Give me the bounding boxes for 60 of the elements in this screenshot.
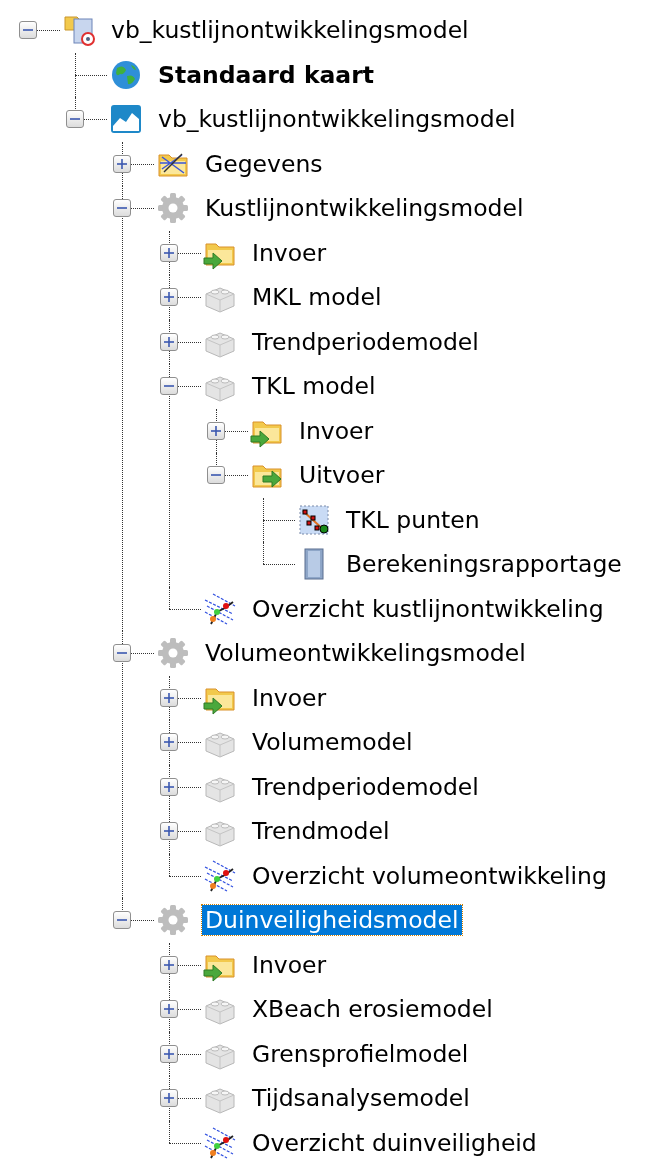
expand-toggle[interactable] xyxy=(160,1089,178,1108)
tree-item[interactable]: Volumeontwikkelingsmodel xyxy=(202,638,529,669)
plus-icon xyxy=(164,1093,174,1104)
tree-item[interactable]: Invoer xyxy=(296,415,377,446)
tree-item[interactable]: XBeach erosiemodel xyxy=(249,994,496,1025)
tree-item[interactable]: Trendperiodemodel xyxy=(249,326,482,357)
tree-item[interactable]: Invoer xyxy=(249,949,330,980)
expand-toggle[interactable] xyxy=(207,466,225,485)
tree-item[interactable]: Invoer xyxy=(249,682,330,713)
tree-item[interactable]: MKL model xyxy=(249,282,385,313)
expand-toggle[interactable] xyxy=(160,243,178,262)
tree-item[interactable]: Trendperiodemodel xyxy=(249,771,482,802)
plus-icon xyxy=(164,826,174,837)
plus-icon xyxy=(164,247,174,258)
tree-item[interactable]: Overzicht kustlijnontwikkeling xyxy=(249,593,607,624)
plus-icon xyxy=(164,1048,174,1059)
expand-toggle[interactable] xyxy=(160,733,178,752)
expand-toggle[interactable] xyxy=(66,110,84,129)
plus-icon xyxy=(164,692,174,703)
plus-icon xyxy=(117,158,127,169)
tree-item[interactable]: Uitvoer xyxy=(296,460,388,491)
tree-item[interactable]: vb_kustlijnontwikkelingsmodel xyxy=(155,104,519,135)
expand-toggle[interactable] xyxy=(207,421,225,440)
expand-toggle[interactable] xyxy=(160,1000,178,1019)
tree-item[interactable]: Standaard kaart xyxy=(155,59,378,90)
expand-toggle[interactable] xyxy=(160,822,178,841)
tree-item[interactable]: Overzicht volumeontwikkeling xyxy=(249,860,610,891)
tree-item[interactable]: TKL model xyxy=(249,371,379,402)
expand-toggle[interactable] xyxy=(160,688,178,707)
plus-icon xyxy=(164,292,174,303)
expand-toggle[interactable] xyxy=(113,644,131,663)
expand-toggle[interactable] xyxy=(160,1044,178,1063)
expand-toggle[interactable] xyxy=(160,332,178,351)
points-grid-icon xyxy=(297,502,331,537)
expand-toggle[interactable] xyxy=(19,21,37,40)
tree-item[interactable]: Overzicht duinveiligheid xyxy=(249,1127,540,1158)
plus-icon xyxy=(164,1004,174,1015)
tree-item[interactable]: Kustlijnontwikkelingsmodel xyxy=(202,193,527,224)
tree-item[interactable]: TKL punten xyxy=(343,504,483,535)
plus-icon xyxy=(211,425,221,436)
plus-icon xyxy=(164,781,174,792)
expand-toggle[interactable] xyxy=(160,377,178,396)
plus-icon xyxy=(164,737,174,748)
tree-item[interactable]: Duinveiligheidsmodel xyxy=(202,905,462,936)
expand-toggle[interactable] xyxy=(160,955,178,974)
plus-icon xyxy=(164,336,174,347)
expand-toggle[interactable] xyxy=(113,154,131,173)
expand-toggle[interactable] xyxy=(113,199,131,218)
tree-item[interactable]: Gegevens xyxy=(202,148,326,179)
tree-item[interactable]: vb_kustlijnontwikkelingsmodel xyxy=(108,15,472,46)
expand-toggle[interactable] xyxy=(160,777,178,796)
tree-item[interactable]: Volumemodel xyxy=(249,727,416,758)
tree-item[interactable]: Berekeningsrapportage xyxy=(343,549,625,580)
tree-item[interactable]: Grensprofielmodel xyxy=(249,1038,472,1069)
expand-toggle[interactable] xyxy=(113,911,131,930)
tree-item[interactable]: Invoer xyxy=(249,237,330,268)
plus-icon xyxy=(164,959,174,970)
tree-item[interactable]: Tijdsanalysemodel xyxy=(249,1083,473,1114)
expand-toggle[interactable] xyxy=(160,288,178,307)
tree-item[interactable]: Trendmodel xyxy=(249,816,393,847)
